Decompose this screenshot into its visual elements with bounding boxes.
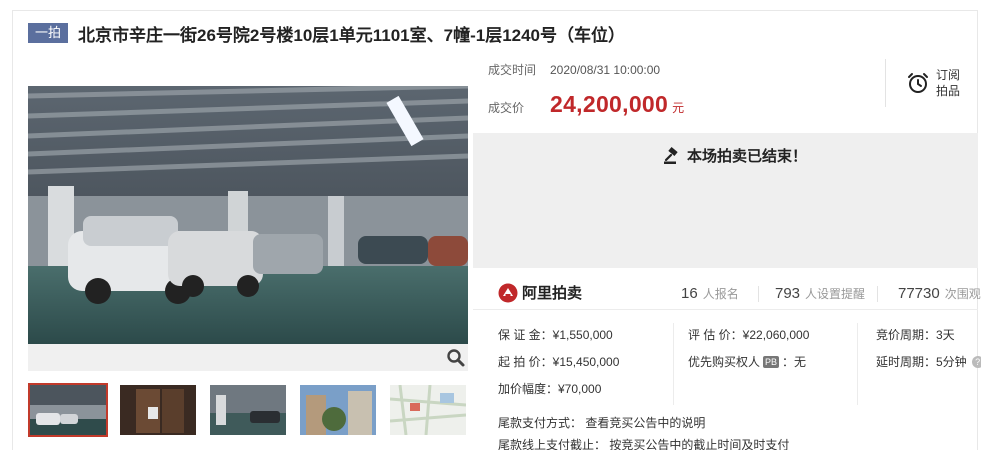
increment: 加价幅度：¥70,000 — [498, 381, 602, 396]
appraisal-price: 评 估 价：¥22,060,000 — [688, 327, 810, 342]
deal-time-label: 成交时间 — [488, 63, 537, 77]
deposit: 保 证 金：¥1,550,000 — [498, 327, 613, 342]
divider — [673, 323, 674, 405]
deal-price-unit: 元 — [672, 101, 685, 115]
thumbnail-garage-image — [30, 385, 106, 435]
divider — [857, 323, 858, 405]
round-badge: 一拍 — [28, 23, 69, 43]
priority-buyer-value: ：无 — [782, 354, 807, 369]
zoom-bar — [28, 344, 468, 371]
ali-auction-logo-icon — [498, 283, 518, 302]
magnifier-icon[interactable] — [446, 348, 466, 368]
signup-label: 人报名 — [702, 287, 739, 301]
divider — [877, 286, 878, 302]
subscribe-button[interactable]: 订阅 拍品 — [885, 59, 979, 107]
thumbnail-3[interactable] — [208, 383, 288, 437]
signup-stat: 16 人报名 — [681, 285, 739, 302]
title-row: 一拍 北京市辛庄一街26号院2号楼10层1单元1101室、7幢-1层1240号（… — [28, 21, 625, 45]
parking-garage-photo — [28, 86, 468, 344]
thumbnail-door-image — [120, 385, 196, 435]
deal-price-row: 成交价 24,200,000 元 — [488, 91, 684, 118]
auction-status-box: 本场拍卖已结束！ — [473, 133, 978, 268]
delay-cycle-row: 延时周期：5分钟 ? — [876, 348, 981, 375]
view-label: 次围观 — [944, 287, 981, 301]
delay-cycle: 延时周期：5分钟 — [876, 354, 967, 369]
gavel-icon — [664, 146, 678, 164]
main-photo[interactable] — [28, 86, 468, 344]
auction-ended-text: 本场拍卖已结束！ — [687, 148, 808, 165]
help-icon[interactable]: ? — [971, 355, 981, 368]
divider — [758, 286, 759, 302]
view-count: 77730 — [898, 285, 940, 302]
alarm-clock-icon — [908, 73, 928, 93]
details-col-2: 评 估 价：¥22,060,000 优先购买权人 PB ：无 — [688, 321, 809, 375]
subscribe-label-line1: 订阅 — [936, 68, 961, 82]
thumbnail-5[interactable] — [388, 383, 468, 437]
brand-name: 阿里拍卖 — [522, 285, 583, 302]
thumbnail-parking-image — [210, 385, 286, 435]
thumbnail-strip — [28, 383, 478, 437]
start-price: 起 拍 价：¥15,450,000 — [498, 354, 620, 369]
subscribe-label: 订阅 拍品 — [936, 67, 964, 99]
remind-stat: 793 人设置提醒 — [775, 285, 865, 302]
deal-time-value: 2020/08/31 10:00:00 — [550, 63, 661, 77]
page-title: 北京市辛庄一街26号院2号楼10层1单元1101室、7幢-1层1240号（车位） — [78, 25, 626, 45]
stats-row: 阿里拍卖 16 人报名 793 人设置提醒 77730 次围观 — [473, 276, 981, 310]
thumbnail-map-image — [390, 385, 466, 435]
deal-time-row: 成交时间 2020/08/31 10:00:00 — [488, 61, 660, 78]
details-col-3: 竞价周期：3天 延时周期：5分钟 ? — [876, 321, 981, 375]
deal-info: 成交时间 2020/08/31 10:00:00 成交价 24,200,000 … — [473, 51, 883, 123]
details-col-1: 保 证 金：¥1,550,000 起 拍 价：¥15,450,000 加价幅度：… — [498, 321, 619, 402]
auction-card: 一拍 北京市辛庄一街26号院2号楼10层1单元1101室、7幢-1层1240号（… — [12, 10, 981, 450]
payment-method: 尾款支付方式： 查看竞买公告中的说明 — [498, 416, 706, 430]
priority-buyer-label: 优先购买权人 — [688, 354, 761, 369]
thumbnail-4[interactable] — [298, 383, 378, 437]
thumbnail-2[interactable] — [118, 383, 198, 437]
auction-ended-notice: 本场拍卖已结束！ — [663, 145, 807, 166]
thumbnail-1[interactable] — [28, 383, 108, 437]
brand: 阿里拍卖 — [498, 282, 582, 303]
remind-count: 793 — [775, 285, 801, 302]
signup-count: 16 — [681, 285, 698, 302]
priority-buyer-badge[interactable]: PB — [763, 355, 780, 368]
bid-cycle: 竞价周期：3天 — [876, 327, 955, 342]
deal-price-value: 24,200,000 — [550, 91, 669, 117]
subscribe-label-line2: 拍品 — [936, 84, 961, 98]
remind-label: 人设置提醒 — [805, 287, 866, 301]
deal-price-label: 成交价 — [488, 101, 525, 115]
payment-deadline: 尾款线上支付截止： 按竞买公告中的截止时间及时支付 — [498, 438, 790, 450]
view-stat: 77730 次围观 — [898, 285, 981, 302]
thumbnail-building-image — [300, 385, 376, 435]
priority-buyer: 优先购买权人 PB ：无 — [688, 348, 809, 375]
auction-info-panel: 成交时间 2020/08/31 10:00:00 成交价 24,200,000 … — [473, 51, 981, 450]
